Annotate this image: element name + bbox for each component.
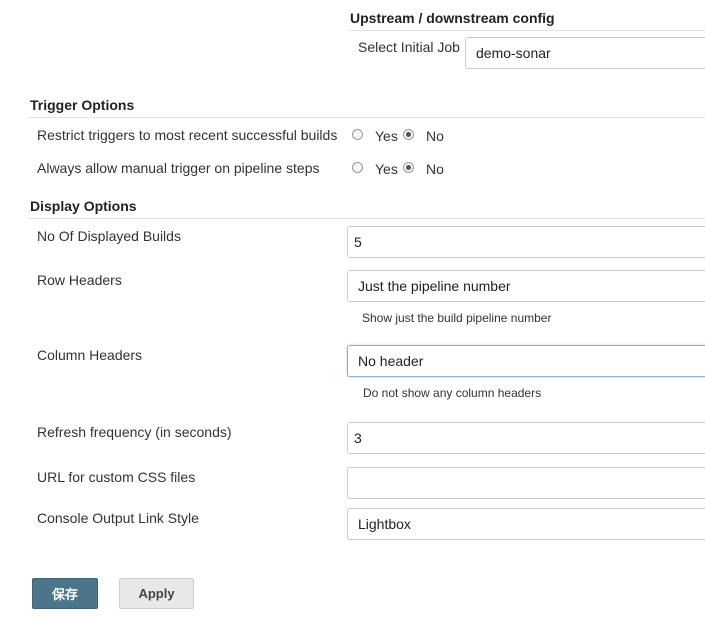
manual-trigger-no-radio[interactable] <box>403 162 414 173</box>
restrict-triggers-no-radio[interactable] <box>403 129 414 140</box>
trigger-options-divider <box>28 117 705 118</box>
select-initial-job-input[interactable]: demo-sonar <box>465 37 705 69</box>
column-headers-select[interactable]: No header <box>347 345 705 377</box>
display-options-divider <box>28 218 705 219</box>
upstream-divider <box>348 30 705 31</box>
restrict-triggers-label: Restrict triggers to most recent success… <box>37 127 338 143</box>
displayed-builds-label: No Of Displayed Builds <box>37 228 181 244</box>
column-headers-label: Column Headers <box>37 347 143 363</box>
row-headers-label: Row Headers <box>37 272 122 288</box>
custom-css-input[interactable] <box>347 467 705 499</box>
save-button[interactable]: 保存 <box>32 578 98 609</box>
apply-button[interactable]: Apply <box>119 578 194 609</box>
displayed-builds-input[interactable]: 5 <box>347 226 705 258</box>
trigger-options-title: Trigger Options <box>30 97 135 113</box>
restrict-triggers-yes-radio[interactable] <box>352 129 363 140</box>
manual-trigger-yes-label: Yes <box>375 161 398 177</box>
refresh-frequency-label: Refresh frequency (in seconds) <box>37 424 232 440</box>
restrict-triggers-no-label: No <box>426 128 444 144</box>
row-headers-hint: Show just the build pipeline number <box>362 311 552 325</box>
manual-trigger-label: Always allow manual trigger on pipeline … <box>37 160 320 176</box>
upstream-section-title: Upstream / downstream config <box>350 10 555 26</box>
console-link-style-label: Console Output Link Style <box>37 510 199 526</box>
manual-trigger-yes-radio[interactable] <box>352 162 363 173</box>
display-options-title: Display Options <box>30 198 137 214</box>
select-initial-job-label: Select Initial Job <box>358 39 460 55</box>
custom-css-label: URL for custom CSS files <box>37 469 196 485</box>
row-headers-select[interactable]: Just the pipeline number <box>347 270 705 302</box>
console-link-style-select[interactable]: Lightbox <box>347 508 705 540</box>
manual-trigger-no-label: No <box>426 161 444 177</box>
restrict-triggers-yes-label: Yes <box>375 128 398 144</box>
column-headers-hint: Do not show any column headers <box>363 386 542 400</box>
refresh-frequency-input[interactable]: 3 <box>347 422 705 454</box>
